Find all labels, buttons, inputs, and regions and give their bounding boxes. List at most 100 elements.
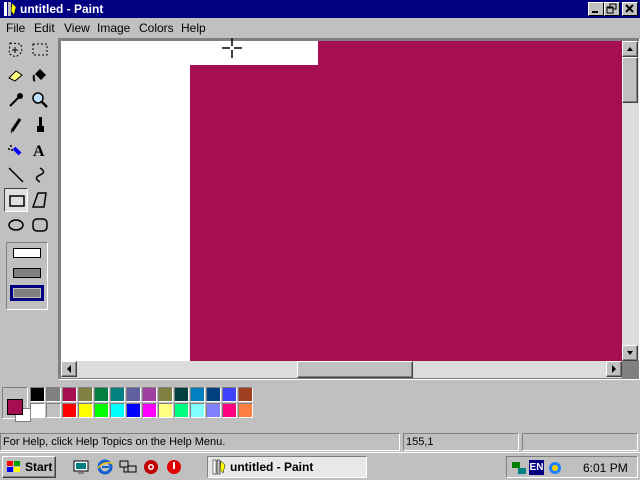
status-size: [522, 433, 638, 451]
paint-app-icon[interactable]: [2, 1, 18, 17]
palette-swatch[interactable]: [238, 403, 253, 418]
palette-swatch[interactable]: [158, 403, 173, 418]
tool-rounded-rectangle[interactable]: [28, 213, 52, 237]
menu-help[interactable]: Help: [181, 21, 206, 35]
palette-swatch[interactable]: [94, 403, 109, 418]
arrow-right-icon: [612, 365, 616, 373]
show-desktop-icon[interactable]: [72, 458, 90, 476]
tool-rectangle[interactable]: [4, 188, 28, 212]
drawing-canvas[interactable]: [61, 41, 622, 361]
taskbar-paint-button[interactable]: untitled - Paint: [207, 456, 367, 478]
scroll-left-button[interactable]: [61, 361, 77, 377]
volume-tray-icon[interactable]: [547, 460, 563, 476]
vertical-scroll-thumb[interactable]: [622, 57, 638, 103]
palette-swatch[interactable]: [222, 387, 237, 402]
tool-line[interactable]: [4, 163, 28, 187]
palette-swatch[interactable]: [126, 403, 141, 418]
scroll-down-button[interactable]: [622, 345, 638, 361]
palette-swatch[interactable]: [78, 403, 93, 418]
horizontal-scrollbar[interactable]: [61, 361, 622, 378]
palette-swatch[interactable]: [110, 403, 125, 418]
menu-file[interactable]: File: [6, 21, 25, 35]
palette-swatch[interactable]: [94, 387, 109, 402]
toolbox: A: [0, 38, 58, 383]
network-icon[interactable]: [119, 458, 137, 476]
palette-swatch[interactable]: [62, 403, 77, 418]
start-label: Start: [25, 460, 53, 474]
tool-magnifier[interactable]: [28, 88, 52, 112]
palette-swatch[interactable]: [206, 403, 221, 418]
menu-colors[interactable]: Colors: [139, 21, 174, 35]
minimize-icon: [592, 11, 598, 13]
arrow-up-icon: [627, 47, 633, 51]
palette-swatch[interactable]: [174, 387, 189, 402]
rectangle-icon: [9, 195, 25, 207]
palette-swatch[interactable]: [190, 403, 205, 418]
palette-swatch[interactable]: [142, 403, 157, 418]
free-form-select-icon: [8, 42, 23, 58]
palette-swatch[interactable]: [78, 387, 93, 402]
tool-polygon[interactable]: [28, 188, 52, 212]
tool-ellipse[interactable]: [4, 213, 28, 237]
palette-swatch[interactable]: [110, 387, 125, 402]
tool-pencil[interactable]: [4, 113, 28, 137]
pencil-icon: [10, 118, 22, 134]
current-colors: [2, 387, 31, 422]
select-icon: [32, 43, 48, 56]
tool-fill[interactable]: [28, 63, 52, 87]
scroll-up-button[interactable]: [622, 41, 638, 57]
tool-brush[interactable]: [28, 113, 52, 137]
fill-option-solid[interactable]: [10, 285, 44, 301]
menu-bar: File Edit View Image Colors Help: [0, 18, 640, 38]
palette-swatch[interactable]: [238, 387, 253, 402]
svg-text:A: A: [33, 143, 45, 160]
menu-edit[interactable]: Edit: [34, 21, 55, 35]
tool-text[interactable]: A: [28, 138, 52, 162]
fill-option-outline[interactable]: [13, 248, 41, 258]
crosshair-cursor-icon: [222, 38, 242, 58]
tool-eraser[interactable]: [4, 63, 28, 87]
palette-swatch[interactable]: [46, 387, 61, 402]
palette-swatch[interactable]: [126, 387, 141, 402]
palette-swatch[interactable]: [190, 387, 205, 402]
palette-swatch[interactable]: [46, 403, 61, 418]
tool-free-form-select[interactable]: [4, 38, 28, 62]
internet-explorer-icon[interactable]: [96, 458, 114, 476]
palette-swatch[interactable]: [142, 387, 157, 402]
status-help-text: For Help, click Help Topics on the Help …: [0, 433, 400, 451]
palette-swatch[interactable]: [158, 387, 173, 402]
scroll-right-button[interactable]: [606, 361, 622, 377]
horizontal-scroll-thumb[interactable]: [297, 361, 413, 378]
fill-option-outline-fill[interactable]: [13, 268, 41, 278]
palette-swatch[interactable]: [174, 403, 189, 418]
title-bar[interactable]: untitled - Paint: [0, 0, 640, 18]
clock[interactable]: 6:01 PM: [583, 461, 628, 475]
shutdown-icon[interactable]: [165, 458, 183, 476]
minimize-button[interactable]: [588, 2, 604, 16]
menu-image[interactable]: Image: [97, 21, 130, 35]
tool-select[interactable]: [28, 38, 52, 62]
close-button[interactable]: [622, 2, 638, 16]
palette-swatch[interactable]: [30, 387, 45, 402]
polygon-icon: [31, 192, 47, 208]
start-button[interactable]: Start: [2, 456, 56, 478]
tool-pick-color[interactable]: [4, 88, 28, 112]
network-tray-icon[interactable]: [511, 460, 527, 476]
pick-color-icon: [9, 93, 23, 107]
tool-curve[interactable]: [28, 163, 52, 187]
tool-airbrush[interactable]: [4, 138, 28, 162]
vertical-scrollbar[interactable]: [622, 41, 639, 361]
language-indicator[interactable]: EN: [529, 460, 544, 475]
media-icon[interactable]: [142, 458, 160, 476]
palette-swatch[interactable]: [206, 387, 221, 402]
fill-option-solid-swatch: [13, 288, 41, 298]
palette-swatch[interactable]: [222, 403, 237, 418]
menu-view[interactable]: View: [64, 21, 90, 35]
restore-icon: [606, 3, 617, 14]
restore-button[interactable]: [604, 2, 620, 16]
eraser-icon: [8, 70, 23, 82]
drawn-rectangle-top: [318, 41, 622, 65]
palette-swatch[interactable]: [62, 387, 77, 402]
arrow-left-icon: [67, 365, 71, 373]
palette-swatch[interactable]: [30, 403, 45, 418]
